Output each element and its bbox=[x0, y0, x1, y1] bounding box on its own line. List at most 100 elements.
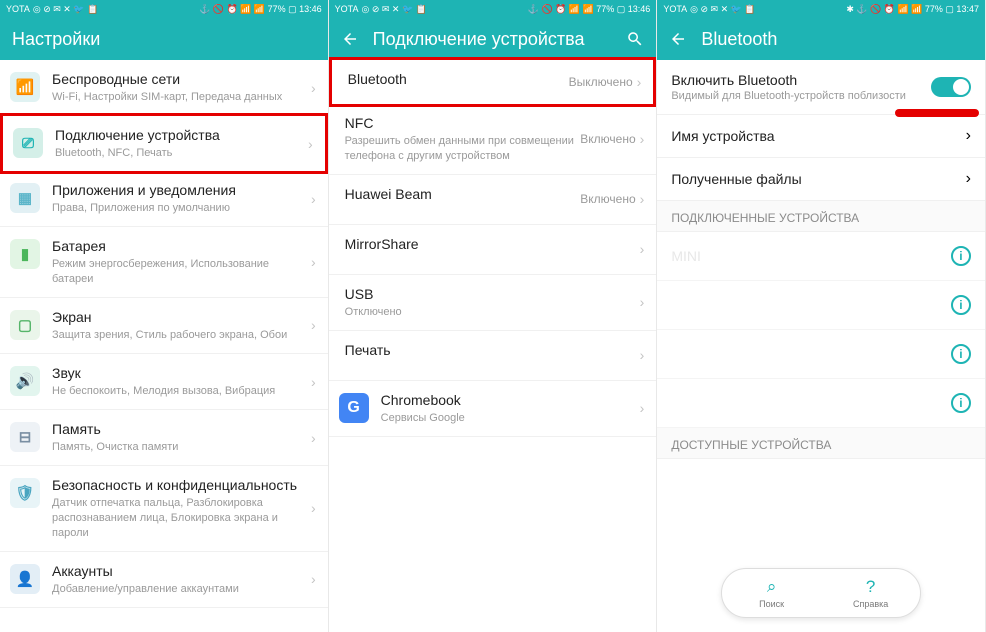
row-title: Bluetooth bbox=[348, 70, 569, 88]
chevron-right-icon: › bbox=[311, 254, 316, 270]
status-bar: YOTA ◎ ⊘ ✉ ✕ 🐦 📋 ⚓ 🚫 ⏰ 📶 📶 77% ▢ 13:46 bbox=[0, 0, 328, 18]
settings-row[interactable]: 🔊 Звук Не беспокоить, Мелодия вызова, Ви… bbox=[0, 354, 328, 410]
row-subtitle: Bluetooth, NFC, Печать bbox=[55, 146, 308, 161]
row-title: Huawei Beam bbox=[345, 185, 581, 203]
row-title: Аккаунты bbox=[52, 562, 311, 580]
status-icons-left: ◎ ⊘ ✉ ✕ 🐦 📋 bbox=[362, 4, 427, 15]
carrier-label: YOTA bbox=[335, 4, 359, 14]
back-icon[interactable] bbox=[669, 30, 687, 48]
row-icon: ⊟ bbox=[10, 422, 40, 452]
row-title: Безопасность и конфиденциальность bbox=[52, 476, 311, 494]
fab-label: Поиск bbox=[759, 599, 784, 609]
connection-row[interactable]: MirrorShare › bbox=[329, 225, 657, 275]
settings-row[interactable]: 📶 Беспроводные сети Wi-Fi, Настройки SIM… bbox=[0, 60, 328, 116]
row-subtitle: Датчик отпечатка пальца, Разблокировка р… bbox=[52, 496, 311, 541]
row-subtitle: Wi-Fi, Настройки SIM-карт, Передача данн… bbox=[52, 90, 311, 105]
status-icons-right: ⚓ 🚫 ⏰ 📶 📶 77% ▢ 13:46 bbox=[528, 4, 651, 15]
settings-row[interactable]: 🛡 Безопасность и конфиденциальность Датч… bbox=[0, 466, 328, 552]
row-subtitle: Память, Очистка памяти bbox=[52, 440, 311, 455]
info-icon[interactable]: i bbox=[951, 344, 971, 364]
search-fab[interactable]: ⌕ Поиск bbox=[722, 569, 821, 617]
settings-row[interactable]: ▮ Батарея Режим энергосбережения, Исполь… bbox=[0, 227, 328, 298]
device-name: MINI bbox=[671, 248, 951, 264]
chevron-right-icon: › bbox=[311, 571, 316, 587]
page-title: Настройки bbox=[12, 29, 316, 50]
carrier-label: YOTA bbox=[6, 4, 30, 14]
device-row[interactable]: i bbox=[657, 379, 985, 428]
row-icon: 👤 bbox=[10, 564, 40, 594]
connection-row[interactable]: Bluetooth Выключено › bbox=[329, 57, 657, 107]
settings-panel: YOTA ◎ ⊘ ✉ ✕ 🐦 📋 ⚓ 🚫 ⏰ 📶 📶 77% ▢ 13:46 Н… bbox=[0, 0, 329, 632]
chevron-right-icon: › bbox=[640, 347, 645, 363]
search-icon: ⌕ bbox=[767, 577, 777, 597]
info-icon[interactable]: i bbox=[951, 295, 971, 315]
chevron-right-icon: › bbox=[311, 191, 316, 207]
row-icon: ▦ bbox=[10, 183, 40, 213]
settings-row[interactable]: ⎚ Подключение устройства Bluetooth, NFC,… bbox=[0, 113, 328, 174]
row-subtitle: Разрешить обмен данными при совмещении т… bbox=[345, 134, 581, 164]
row-subtitle: Отключено bbox=[345, 305, 640, 320]
row-icon: 🔊 bbox=[10, 366, 40, 396]
connection-row[interactable]: Huawei Beam Включено › bbox=[329, 175, 657, 225]
chromebook-icon: G bbox=[339, 393, 369, 423]
device-row[interactable]: i bbox=[657, 281, 985, 330]
chevron-right-icon: › bbox=[640, 241, 645, 257]
row-value: Выключено bbox=[569, 75, 633, 89]
bluetooth-switch[interactable] bbox=[931, 77, 971, 97]
connection-row[interactable]: Печать › bbox=[329, 331, 657, 381]
settings-row[interactable]: ⊟ Память Память, Очистка памяти › bbox=[0, 410, 328, 466]
received-files-row[interactable]: Полученные файлы › bbox=[657, 158, 985, 201]
status-icons-left: ◎ ⊘ ✉ ✕ 🐦 📋 bbox=[690, 4, 755, 15]
device-row[interactable]: MINI i bbox=[657, 232, 985, 281]
toggle-title: Включить Bluetooth bbox=[671, 72, 931, 88]
settings-row[interactable]: ▦ Приложения и уведомления Права, Прилож… bbox=[0, 171, 328, 227]
chevron-right-icon: › bbox=[640, 191, 645, 207]
row-title: Память bbox=[52, 420, 311, 438]
row-icon: 📶 bbox=[10, 72, 40, 102]
chevron-right-icon: › bbox=[311, 80, 316, 96]
status-bar: YOTA ◎ ⊘ ✉ ✕ 🐦 📋 ✱ ⚓ 🚫 ⏰ 📶 📶 77% ▢ 13:47 bbox=[657, 0, 985, 18]
status-icons-right: ✱ ⚓ 🚫 ⏰ 📶 📶 77% ▢ 13:47 bbox=[846, 4, 979, 15]
info-icon[interactable]: i bbox=[951, 393, 971, 413]
header: Bluetooth bbox=[657, 18, 985, 60]
connection-row: USB Отключено › bbox=[329, 275, 657, 331]
row-icon: ▮ bbox=[10, 239, 40, 269]
connection-row[interactable]: NFC Разрешить обмен данными при совмещен… bbox=[329, 104, 657, 175]
chevron-right-icon: › bbox=[637, 74, 642, 90]
status-icons-left: ◎ ⊘ ✉ ✕ 🐦 📋 bbox=[33, 4, 98, 15]
search-icon[interactable] bbox=[626, 30, 644, 48]
row-subtitle: Не беспокоить, Мелодия вызова, Вибрация bbox=[52, 384, 311, 399]
row-subtitle: Защита зрения, Стиль рабочего экрана, Об… bbox=[52, 328, 311, 343]
settings-row[interactable]: ▢ Экран Защита зрения, Стиль рабочего эк… bbox=[0, 298, 328, 354]
device-row[interactable]: i bbox=[657, 330, 985, 379]
settings-row[interactable]: 👤 Аккаунты Добавление/управление аккаунт… bbox=[0, 552, 328, 608]
chevron-right-icon: › bbox=[311, 430, 316, 446]
page-title: Подключение устройства bbox=[373, 29, 613, 50]
connected-devices-list: MINI i i i i bbox=[657, 232, 985, 428]
row-title: Полученные файлы bbox=[671, 171, 965, 187]
header: Подключение устройства bbox=[329, 18, 657, 60]
device-name-row[interactable]: Имя устройства › bbox=[657, 115, 985, 158]
row-title: Беспроводные сети bbox=[52, 70, 311, 88]
bluetooth-toggle-row[interactable]: Включить Bluetooth Видимый для Bluetooth… bbox=[657, 60, 985, 115]
connected-devices-header: ПОДКЛЮЧЕННЫЕ УСТРОЙСТВА bbox=[657, 201, 985, 232]
page-title: Bluetooth bbox=[701, 29, 973, 50]
toggle-subtitle: Видимый для Bluetooth-устройств поблизос… bbox=[671, 90, 931, 102]
settings-list: 📶 Беспроводные сети Wi-Fi, Настройки SIM… bbox=[0, 60, 328, 608]
row-title: Печать bbox=[345, 341, 640, 359]
device-connection-panel: YOTA ◎ ⊘ ✉ ✕ 🐦 📋 ⚓ 🚫 ⏰ 📶 📶 77% ▢ 13:46 П… bbox=[329, 0, 658, 632]
row-title: USB bbox=[345, 285, 640, 303]
header: Настройки bbox=[0, 18, 328, 60]
chevron-right-icon: › bbox=[640, 294, 645, 310]
red-annotation bbox=[895, 109, 979, 117]
row-subtitle: Режим энергосбережения, Использование ба… bbox=[52, 257, 311, 287]
chevron-right-icon: › bbox=[966, 170, 971, 188]
row-subtitle: Добавление/управление аккаунтами bbox=[52, 582, 311, 597]
back-icon[interactable] bbox=[341, 30, 359, 48]
info-icon[interactable]: i bbox=[951, 246, 971, 266]
row-title: Подключение устройства bbox=[55, 126, 308, 144]
connection-list: Bluetooth Выключено › NFC Разрешить обме… bbox=[329, 57, 657, 437]
help-fab[interactable]: ? Справка bbox=[821, 569, 920, 617]
connection-row[interactable]: G Chromebook Сервисы Google › bbox=[329, 381, 657, 437]
bluetooth-panel: YOTA ◎ ⊘ ✉ ✕ 🐦 📋 ✱ ⚓ 🚫 ⏰ 📶 📶 77% ▢ 13:47… bbox=[657, 0, 986, 632]
